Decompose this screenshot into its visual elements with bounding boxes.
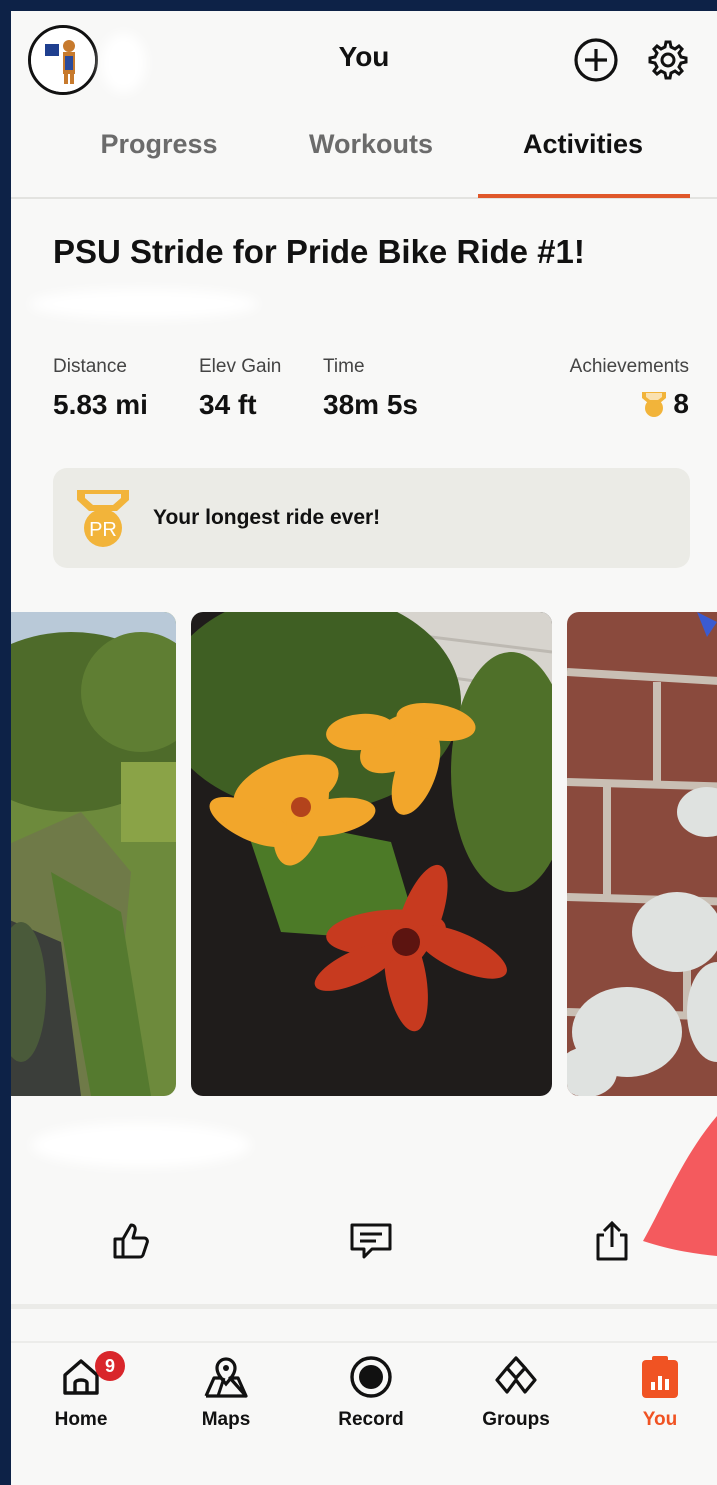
tab-workouts[interactable]: Workouts — [256, 129, 486, 160]
you-icon — [642, 1356, 678, 1398]
medal-icon — [642, 392, 667, 417]
feed-separator — [11, 1304, 717, 1309]
share-icon — [596, 1220, 628, 1261]
like-button[interactable] — [106, 1216, 156, 1266]
nav-bar-divider — [11, 1341, 717, 1343]
stat-time-value: 38m 5s — [323, 389, 418, 420]
achievements-label: Achievements — [569, 356, 689, 377]
pr-medal-icon: PR — [77, 490, 129, 547]
nav-groups[interactable]: Groups — [456, 1351, 576, 1431]
plus-circle-icon — [574, 38, 618, 82]
groups-icon — [495, 1356, 537, 1394]
achievements-value: 8 — [673, 388, 689, 419]
add-button[interactable] — [571, 35, 621, 85]
nav-maps-label: Maps — [201, 1409, 251, 1430]
nav-record-label: Record — [338, 1409, 404, 1430]
settings-button[interactable] — [643, 35, 693, 85]
pr-badge-text: PR — [89, 519, 117, 541]
nav-maps[interactable]: Maps — [166, 1351, 286, 1431]
stat-elev-value: 34 ft — [199, 389, 257, 420]
stat-distance-value: 5.83 mi — [53, 389, 148, 420]
share-button[interactable] — [587, 1216, 637, 1266]
app-screen: You Progress Workouts Activities PSU Str… — [11, 11, 717, 1485]
maps-icon — [204, 1357, 248, 1398]
tab-activities[interactable]: Activities — [468, 129, 698, 160]
activity-photo-brick[interactable] — [567, 612, 717, 1096]
stat-distance-label: Distance — [53, 356, 127, 377]
nav-record[interactable]: Record — [311, 1351, 431, 1431]
notification-badge: 9 — [95, 1351, 125, 1381]
stat-elev-label: Elev Gain — [199, 356, 282, 377]
thumbs-up-icon — [113, 1223, 149, 1259]
comment-button[interactable] — [346, 1216, 396, 1266]
activity-photo-lilies[interactable] — [191, 612, 552, 1096]
activity-photo-creek[interactable] — [11, 612, 176, 1096]
tab-progress[interactable]: Progress — [44, 129, 274, 160]
nav-you-label: You — [642, 1409, 678, 1430]
active-tab-indicator — [478, 194, 690, 198]
nav-you[interactable]: You — [600, 1351, 717, 1431]
record-icon — [350, 1356, 392, 1398]
comment-icon — [350, 1223, 392, 1259]
nav-home-label: Home — [54, 1409, 108, 1430]
pr-message: Your longest ride ever! — [153, 506, 381, 529]
pr-card[interactable]: PR Your longest ride ever! — [53, 468, 690, 568]
achievements-count[interactable]: 8 — [641, 388, 689, 420]
activity-title[interactable]: PSU Stride for Pride Bike Ride #1! — [53, 233, 585, 271]
redacted-area — [31, 1123, 251, 1167]
redacted-area — [29, 289, 259, 319]
stat-time-label: Time — [323, 356, 365, 377]
gear-icon — [648, 40, 688, 80]
decorative-red-shape — [643, 1116, 717, 1256]
nav-groups-label: Groups — [482, 1409, 550, 1430]
